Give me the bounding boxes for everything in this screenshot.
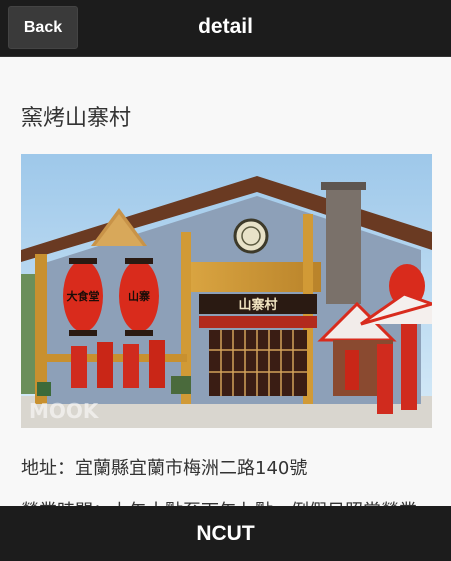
store-description: 營業時間：上午十點至下午七點，例假日照常營業 [21, 497, 417, 506]
detail-content: 窯烤山寨村 山寨村 大食堂 山寨 MOOK 地址：宜蘭縣宜蘭市梅洲二路140號 [0, 57, 451, 506]
store-photo: 山寨村 大食堂 山寨 MOOK [21, 154, 432, 428]
footer-label: NCUT [196, 521, 255, 545]
page-title: detail [198, 15, 253, 38]
footer-bar: NCUT [0, 506, 451, 561]
photo-watermark: MOOK [29, 399, 100, 423]
top-bar: Back detail [0, 0, 451, 57]
lantern-left-text: 大食堂 [67, 289, 100, 303]
store-name: 窯烤山寨村 [21, 106, 132, 131]
photo-sign-text: 山寨村 [238, 297, 277, 313]
store-address: 地址：宜蘭縣宜蘭市梅洲二路140號 [21, 458, 308, 479]
lantern-right-text: 山寨 [128, 289, 150, 303]
